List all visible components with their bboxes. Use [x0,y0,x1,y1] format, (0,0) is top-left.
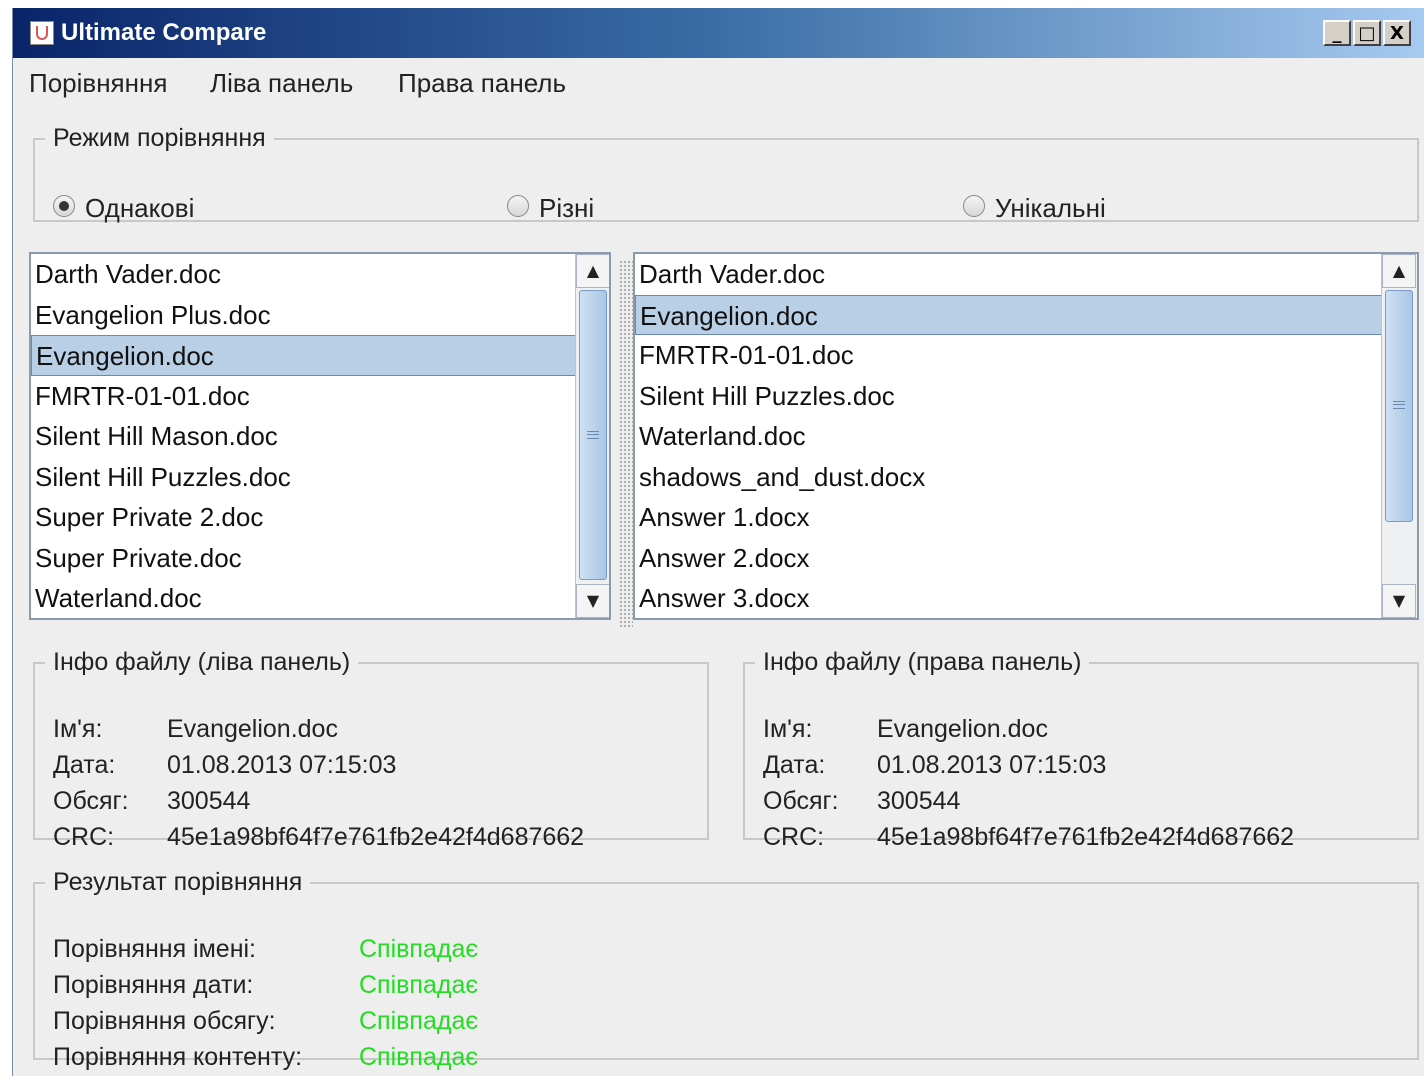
result-row-name: Порівняння імені: Співпадає [53,935,478,971]
result-label: Порівняння імені: [53,935,257,963]
size-value: 300544 [167,787,251,815]
compare-mode-group: Режим порівняння Однакові Різні Унікальн… [33,124,1419,224]
name-label: Ім'я: [763,715,813,743]
scroll-down-arrow-icon[interactable]: ▼ [1382,584,1416,618]
list-item[interactable]: Darth Vader.doc [635,254,1417,295]
list-item[interactable]: shadows_and_dust.docx [635,457,1417,498]
list-item[interactable]: Waterland.doc [635,416,1417,457]
right-scroll-thumb[interactable] [1385,290,1413,522]
result-value: Співпадає [359,935,479,963]
menu-right-panel[interactable]: Права панель [398,68,566,99]
right-list-items: Darth Vader.doc Evangelion.doc FMRTR-01-… [635,254,1417,618]
list-item[interactable]: Super Private.doc [31,538,609,579]
left-info-legend: Інфо файлу (ліва панель) [53,648,351,676]
radio-unique-indicator[interactable] [963,195,985,217]
name-value: Evangelion.doc [877,715,1048,743]
right-info-legend: Інфо файлу (права панель) [763,648,1082,676]
result-row-content: Порівняння контенту: Співпадає [53,1043,478,1076]
java-app-icon [30,21,54,45]
list-item[interactable]: Answer 1.docx [635,497,1417,538]
list-item[interactable]: Waterland.doc [31,578,609,618]
radio-same-label[interactable]: Однакові [85,193,194,224]
date-label: Дата: [763,751,826,779]
radio-unique-label[interactable]: Унікальні [995,193,1106,224]
right-file-list[interactable]: Darth Vader.doc Evangelion.doc FMRTR-01-… [633,252,1419,620]
name-value: Evangelion.doc [167,715,338,743]
list-item[interactable]: Evangelion Plus.doc [31,295,609,336]
crc-value: 45e1a98bf64f7e761fb2e42f4d687662 [877,823,1295,851]
scroll-grip-icon [1393,401,1405,409]
list-item[interactable]: Answer 2.docx [635,538,1417,579]
left-list-items: Darth Vader.doc Evangelion Plus.doc Evan… [31,254,609,618]
menu-bar: Порівняння Ліва панель Права панель [13,58,1424,104]
radio-different-indicator[interactable] [507,195,529,217]
scroll-down-arrow-icon[interactable]: ▼ [576,584,609,618]
list-item[interactable]: Answer 3.docx [635,578,1417,618]
result-value: Співпадає [359,1043,479,1071]
close-button[interactable]: X [1383,20,1411,46]
left-file-info-group: Інфо файлу (ліва панель) Ім'я: Evangelio… [33,648,709,851]
compare-result-group: Результат порівняння Порівняння імені: С… [33,868,1419,1071]
result-row-date: Порівняння дати: Співпадає [53,971,478,1007]
result-value: Співпадає [359,1007,479,1035]
list-item[interactable]: Silent Hill Puzzles.doc [31,457,609,498]
crc-value: 45e1a98bf64f7e761fb2e42f4d687662 [167,823,585,851]
list-item[interactable]: FMRTR-01-01.doc [31,376,609,417]
maximize-button[interactable]: □ [1353,20,1381,46]
scroll-up-arrow-icon[interactable]: ▲ [576,254,609,288]
panel-splitter[interactable] [619,260,633,628]
size-label: Обсяг: [53,787,129,815]
menu-compare[interactable]: Порівняння [29,68,167,99]
crc-label: CRC: [763,823,825,851]
result-row-size: Порівняння обсягу: Співпадає [53,1007,478,1043]
list-item-selected[interactable]: Evangelion.doc [635,294,1417,335]
radio-different-label[interactable]: Різні [539,193,594,224]
minimize-button[interactable]: _ [1323,20,1351,46]
date-value: 01.08.2013 07:15:03 [877,751,1107,779]
name-label: Ім'я: [53,715,103,743]
list-item[interactable]: Darth Vader.doc [31,254,609,295]
right-scrollbar[interactable]: ▲ ▼ [1381,254,1417,618]
size-value: 300544 [877,787,961,815]
left-scroll-thumb[interactable] [579,290,607,580]
list-item-selected[interactable]: Evangelion.doc [31,335,609,376]
app-window: Ultimate Compare _ □ X Порівняння Ліва п… [12,8,1424,1076]
title-bar[interactable]: Ultimate Compare _ □ X [13,8,1424,58]
result-value: Співпадає [359,971,479,999]
result-legend: Результат порівняння [53,868,303,896]
result-label: Порівняння дати: [53,971,254,999]
result-label: Порівняння контенту: [53,1043,303,1071]
left-scrollbar[interactable]: ▲ ▼ [575,254,609,618]
radio-same-indicator[interactable] [53,195,75,217]
scroll-up-arrow-icon[interactable]: ▲ [1382,254,1416,288]
size-label: Обсяг: [763,787,839,815]
date-label: Дата: [53,751,116,779]
list-item[interactable]: Silent Hill Puzzles.doc [635,376,1417,417]
list-item[interactable]: Super Private 2.doc [31,497,609,538]
window-title: Ultimate Compare [61,19,267,46]
date-value: 01.08.2013 07:15:03 [167,751,397,779]
list-item[interactable]: FMRTR-01-01.doc [635,335,1417,376]
result-label: Порівняння обсягу: [53,1007,276,1035]
scroll-grip-icon [587,431,599,439]
compare-mode-legend: Режим порівняння [53,124,266,152]
crc-label: CRC: [53,823,115,851]
right-file-info-group: Інфо файлу (права панель) Ім'я: Evangeli… [743,648,1419,851]
left-file-list[interactable]: Darth Vader.doc Evangelion Plus.doc Evan… [29,252,611,620]
menu-left-panel[interactable]: Ліва панель [210,68,353,99]
list-item[interactable]: Silent Hill Mason.doc [31,416,609,457]
